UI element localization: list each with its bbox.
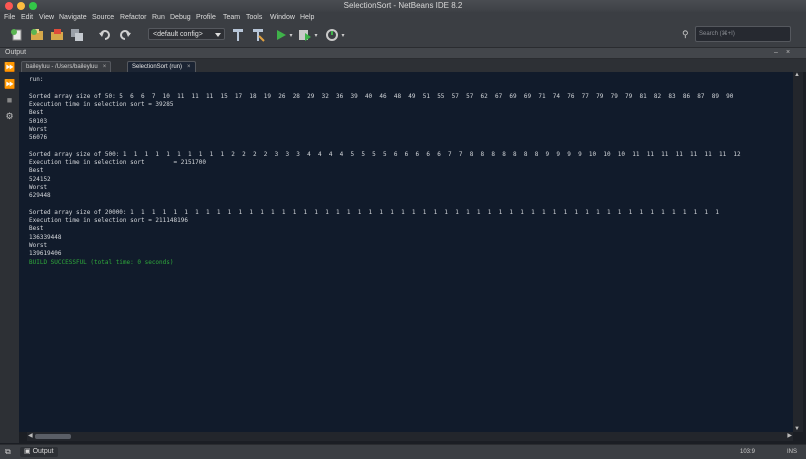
menu-tools[interactable]: Tools xyxy=(246,12,262,23)
output-line: Worst xyxy=(29,125,48,133)
output-line: 629448 xyxy=(29,192,51,200)
menu-run[interactable]: Run xyxy=(152,12,165,23)
output-line: 50103 xyxy=(29,117,48,125)
output-line: Sorted array size of 50: 5 6 6 7 10 11 1… xyxy=(29,92,734,100)
menu-help[interactable]: Help xyxy=(300,12,314,23)
output-line: run: xyxy=(29,76,44,83)
redo-icon[interactable] xyxy=(118,28,132,42)
output-line: Worst xyxy=(29,183,48,191)
output-line: 136339448 xyxy=(29,233,62,241)
output-actions-strip: ⏩ ⏩ ■ ⚙ xyxy=(0,59,19,443)
rerun-with-params-icon[interactable]: ⏩ xyxy=(4,79,15,90)
status-output-tab[interactable]: ▣ Output xyxy=(20,447,58,457)
settings-icon[interactable]: ⚙ xyxy=(4,111,15,122)
scrollbar-thumb[interactable] xyxy=(35,434,71,439)
output-console[interactable]: run: Sorted array size of 50: 5 6 6 7 10 … xyxy=(19,72,793,432)
menu-edit[interactable]: Edit xyxy=(21,12,33,23)
build-hammer-icon[interactable] xyxy=(231,28,245,42)
search-input[interactable]: Search (⌘+I) xyxy=(695,26,791,42)
window-title: SelectionSort - NetBeans IDE 8.2 xyxy=(343,1,463,10)
caret-position: 103:9 xyxy=(740,449,756,455)
close-panel-button[interactable]: × xyxy=(786,48,790,58)
undo-icon[interactable] xyxy=(98,28,112,42)
panel-title: Output xyxy=(5,49,27,56)
vertical-scrollbar[interactable]: ▲ ▼ xyxy=(793,72,803,432)
output-line: Execution time in selection sort = 21517… xyxy=(29,159,207,166)
debug-icon[interactable] xyxy=(298,28,312,42)
menu-source[interactable]: Source xyxy=(92,12,114,23)
config-select-value: <default config> xyxy=(153,31,203,38)
output-line: Sorted array size of 20000: 1 1 1 1 1 1 … xyxy=(29,208,719,216)
scroll-left-icon[interactable]: ◀ xyxy=(28,432,33,439)
horizontal-scrollbar[interactable]: ◀ ▶ xyxy=(27,432,793,441)
profile-dropdown-icon[interactable]: ▾ xyxy=(340,28,346,42)
menu-team[interactable]: Team xyxy=(223,12,240,23)
output-tabs: baileyluu - /Users/baileyluu × SelectionS… xyxy=(19,59,806,72)
menu-window[interactable]: Window xyxy=(270,12,295,23)
chevron-down-icon xyxy=(215,33,221,37)
open-project-icon[interactable] xyxy=(50,28,64,42)
build-status-line: BUILD SUCCESSFUL (total time: 0 seconds) xyxy=(29,258,174,266)
minimize-panel-button[interactable]: ‒ xyxy=(774,48,778,58)
close-icon[interactable]: × xyxy=(187,64,191,70)
close-icon[interactable]: × xyxy=(103,64,107,70)
save-all-icon[interactable] xyxy=(70,28,84,42)
menu-navigate[interactable]: Navigate xyxy=(59,12,87,23)
new-file-icon[interactable] xyxy=(10,28,24,42)
tab-label: SelectionSort (run) xyxy=(132,64,183,70)
new-project-icon[interactable] xyxy=(30,28,44,42)
output-panel-header: Output ‒ × xyxy=(0,48,806,59)
output-line: Sorted array size of 500: 1 1 1 1 1 1 1 … xyxy=(29,150,741,158)
output-line: Best xyxy=(29,225,44,233)
clean-build-icon[interactable] xyxy=(251,28,265,42)
menu-view[interactable]: View xyxy=(39,12,54,23)
status-tab-label: Output xyxy=(32,448,54,455)
menu-debug[interactable]: Debug xyxy=(170,12,191,23)
output-line: Best xyxy=(29,167,44,175)
output-line: 139619406 xyxy=(29,250,62,258)
menu-file[interactable]: File xyxy=(4,12,15,23)
profile-icon[interactable] xyxy=(325,28,339,42)
output-line: Execution time in selection sort = 39285 xyxy=(29,100,174,108)
run-dropdown-icon[interactable]: ▾ xyxy=(288,28,294,42)
tab-label: baileyluu - /Users/baileyluu xyxy=(26,64,98,70)
scroll-right-icon[interactable]: ▶ xyxy=(787,432,792,439)
scroll-up-icon[interactable]: ▲ xyxy=(794,72,800,78)
output-line: Best xyxy=(29,109,44,117)
menu-profile[interactable]: Profile xyxy=(196,12,216,23)
status-bar: ⧉ ▣ Output 103:9 INS xyxy=(0,444,806,459)
run-icon[interactable] xyxy=(274,28,288,42)
rerun-icon[interactable]: ⏩ xyxy=(4,62,15,73)
output-line: Execution time in selection sort = 21114… xyxy=(29,217,188,225)
tab-selectionsort-run[interactable]: SelectionSort (run) × xyxy=(127,61,196,72)
window-layout-icon[interactable]: ⧉ xyxy=(5,447,11,457)
output-line: 56076 xyxy=(29,134,48,142)
menu-refactor[interactable]: Refactor xyxy=(120,12,146,23)
tab-baileyluu[interactable]: baileyluu - /Users/baileyluu × xyxy=(21,61,112,72)
insert-mode: INS xyxy=(787,449,798,455)
scroll-down-icon[interactable]: ▼ xyxy=(794,426,800,432)
menu-bar: File Edit View Navigate Source Refactor … xyxy=(0,12,806,23)
output-line: Worst xyxy=(29,242,48,249)
debug-dropdown-icon[interactable]: ▾ xyxy=(313,28,319,42)
search-icon[interactable]: ⚲ xyxy=(682,29,689,40)
output-line: 524152 xyxy=(29,175,51,183)
stop-icon[interactable]: ■ xyxy=(4,95,15,106)
config-select[interactable]: <default config> xyxy=(148,28,225,40)
